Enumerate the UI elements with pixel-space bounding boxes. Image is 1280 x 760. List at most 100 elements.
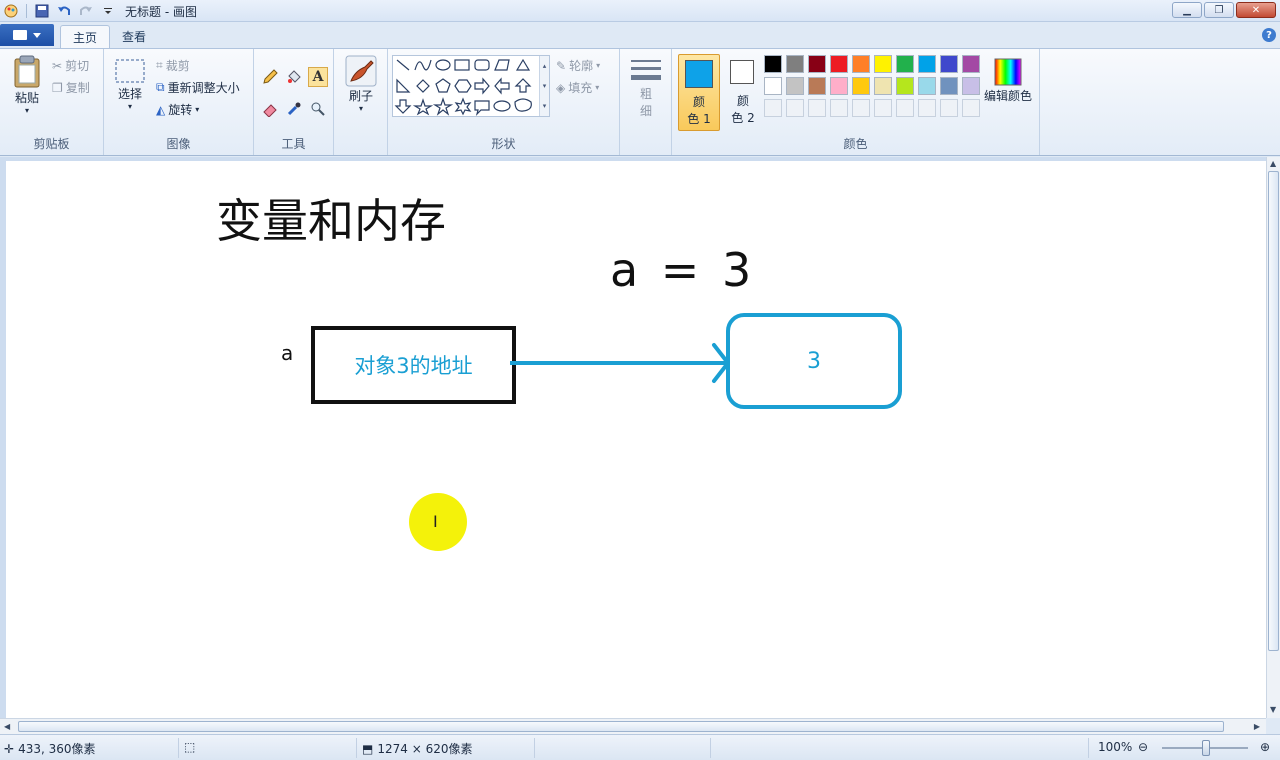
crop-button[interactable]: ⌗ 裁剪: [156, 57, 190, 74]
drawing-canvas[interactable]: 变量和内存 a = 3 a 对象3的地址 3: [6, 161, 1266, 718]
customize-qat-icon[interactable]: [99, 2, 117, 20]
select-label: 选择: [117, 87, 142, 101]
edit-colors-button[interactable]: 编辑颜色: [982, 57, 1034, 104]
custom-color-slot[interactable]: [808, 99, 826, 117]
palette-swatch[interactable]: [786, 55, 804, 73]
paste-label: 粘贴: [14, 91, 39, 105]
zoom-level: 100%: [1098, 740, 1133, 754]
crosshair-icon: ✛: [4, 741, 15, 756]
redo-icon[interactable]: [77, 2, 95, 20]
color-picker-icon[interactable]: [284, 99, 304, 119]
vertical-scroll-thumb[interactable]: [1268, 171, 1279, 651]
fill-button[interactable]: ◈ 填充 ▾: [556, 79, 599, 96]
copy-button[interactable]: ❐ 复制: [52, 79, 90, 96]
palette-swatch[interactable]: [830, 55, 848, 73]
canvas-workspace: 变量和内存 a = 3 a 对象3的地址 3: [0, 157, 1266, 718]
vertical-scrollbar[interactable]: ▲ ▼: [1266, 157, 1280, 718]
outline-icon: ✎: [556, 58, 567, 73]
shapes-gallery: ▴ ▾ ▾: [392, 55, 550, 117]
text-cursor-icon: I: [433, 512, 438, 531]
tab-view[interactable]: 查看: [110, 25, 158, 48]
minimize-button[interactable]: ▁: [1172, 2, 1202, 18]
maximize-button[interactable]: ❐: [1204, 2, 1234, 18]
rainbow-icon: [994, 58, 1022, 86]
scroll-right-icon[interactable]: ▶: [1254, 722, 1260, 731]
brush-button[interactable]: 刷子 ▾: [342, 55, 380, 113]
custom-color-slot[interactable]: [896, 99, 914, 117]
color2-button[interactable]: 颜 色 2: [722, 54, 764, 131]
custom-color-slot[interactable]: [764, 99, 782, 117]
horizontal-scrollbar[interactable]: ◀ ▶: [0, 718, 1266, 734]
palette-swatch[interactable]: [764, 55, 782, 73]
palette-swatch[interactable]: [918, 55, 936, 73]
palette-swatch[interactable]: [786, 77, 804, 95]
palette-swatch[interactable]: [918, 77, 936, 95]
close-button[interactable]: ✕: [1236, 2, 1276, 18]
palette-swatch[interactable]: [874, 55, 892, 73]
size-group: 粗 细: [620, 49, 672, 155]
size-button[interactable]: 粗 细: [626, 57, 666, 119]
palette-swatch[interactable]: [896, 55, 914, 73]
palette-swatch[interactable]: [896, 77, 914, 95]
shapes-scrollbar[interactable]: ▴ ▾ ▾: [539, 56, 549, 116]
custom-color-slot[interactable]: [962, 99, 980, 117]
custom-color-slot[interactable]: [918, 99, 936, 117]
palette-swatch[interactable]: [940, 55, 958, 73]
palette-swatch[interactable]: [808, 55, 826, 73]
help-icon[interactable]: ?: [1262, 28, 1276, 42]
magnifier-icon[interactable]: [308, 99, 328, 119]
window-title: 无标题 - 画图: [125, 5, 197, 19]
scroll-left-icon[interactable]: ◀: [4, 722, 10, 731]
palette-swatch[interactable]: [962, 55, 980, 73]
resize-button[interactable]: ⧉ 重新调整大小: [156, 79, 240, 96]
cut-button[interactable]: ✂ 剪切: [52, 57, 89, 74]
rotate-label: 旋转: [168, 103, 193, 117]
chevron-down-icon: ▾: [24, 106, 29, 115]
palette-swatch[interactable]: [852, 55, 870, 73]
rotate-button[interactable]: ◭ 旋转 ▾: [156, 101, 199, 118]
custom-color-slot[interactable]: [786, 99, 804, 117]
eraser-icon[interactable]: [260, 99, 280, 119]
color2-label-line1: 颜: [736, 94, 749, 108]
image-size: ⬒ 1274 × 620像素: [362, 740, 472, 757]
custom-color-slot[interactable]: [830, 99, 848, 117]
paste-button[interactable]: 粘贴 ▾: [8, 55, 46, 115]
custom-color-slot[interactable]: [852, 99, 870, 117]
select-button[interactable]: 选择 ▾: [110, 57, 150, 111]
pencil-icon[interactable]: [260, 67, 280, 87]
canvas-equation: a = 3: [610, 243, 756, 297]
horizontal-scroll-thumb[interactable]: [18, 721, 1224, 732]
zoom-out-icon[interactable]: ⊖: [1138, 740, 1148, 754]
scroll-down-icon[interactable]: ▼: [1270, 705, 1276, 714]
crop-icon: ⌗: [156, 58, 163, 72]
zoom-slider-thumb[interactable]: [1202, 740, 1210, 756]
palette-swatch[interactable]: [764, 77, 782, 95]
edit-colors-label: 编辑颜色: [983, 89, 1032, 103]
scroll-up-icon[interactable]: ▲: [1270, 159, 1276, 168]
paint-menu-button[interactable]: [0, 24, 54, 46]
undo-icon[interactable]: [55, 2, 73, 20]
zoom-in-icon[interactable]: ⊕: [1260, 740, 1270, 754]
fill-bucket-icon[interactable]: [284, 67, 304, 87]
outline-button[interactable]: ✎ 轮廓 ▾: [556, 57, 600, 74]
shapes-gallery-icons[interactable]: [393, 56, 541, 118]
palette-swatch[interactable]: [830, 77, 848, 95]
tab-home[interactable]: 主页: [60, 25, 111, 48]
color2-label-line2: 色 2: [731, 111, 755, 125]
color1-button[interactable]: 颜 色 1: [678, 54, 720, 131]
paint-window: 无标题 - 画图 ▁ ❐ ✕ 主页 查看 ? 粘贴 ▾ ✂ 剪切 ❐ 复制 剪贴…: [0, 0, 1280, 760]
custom-color-slot[interactable]: [874, 99, 892, 117]
paste-icon: [14, 55, 40, 88]
app-icon[interactable]: [2, 2, 20, 20]
palette-swatch[interactable]: [808, 77, 826, 95]
text-tool-icon[interactable]: A: [308, 67, 328, 87]
outline-label: 轮廓: [569, 59, 594, 73]
palette-swatch[interactable]: [874, 77, 892, 95]
colors-group: 颜 色 1 颜 色 2 编辑颜色 颜色: [672, 49, 1040, 155]
save-icon[interactable]: [33, 2, 51, 20]
rotate-icon: ◭: [156, 102, 166, 117]
palette-swatch[interactable]: [962, 77, 980, 95]
custom-color-slot[interactable]: [940, 99, 958, 117]
palette-swatch[interactable]: [852, 77, 870, 95]
palette-swatch[interactable]: [940, 77, 958, 95]
